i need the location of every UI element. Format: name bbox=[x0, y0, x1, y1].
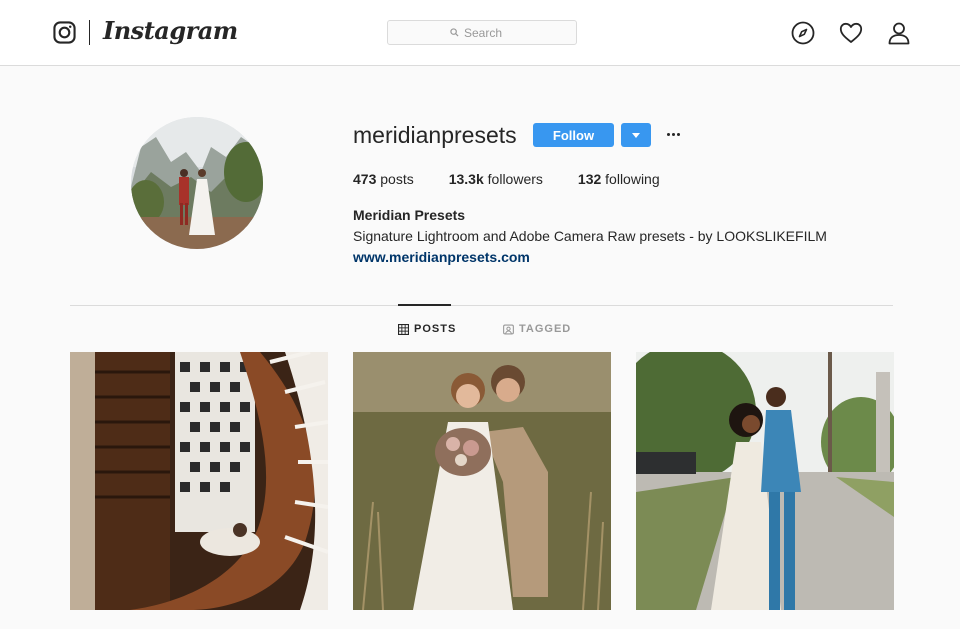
post-thumbnail[interactable] bbox=[70, 352, 328, 610]
post-thumbnail[interactable] bbox=[353, 352, 611, 610]
profile-bio: Signature Lightroom and Adobe Camera Raw… bbox=[353, 228, 827, 244]
tab-posts-label: POSTS bbox=[414, 323, 457, 335]
following-count[interactable]: 132 following bbox=[578, 171, 660, 187]
active-tab-indicator bbox=[398, 304, 451, 306]
tab-posts[interactable]: POSTS bbox=[398, 323, 456, 335]
followers-count[interactable]: 13.3k followers bbox=[449, 171, 543, 187]
nav-divider bbox=[89, 20, 90, 45]
top-nav: Instagram bbox=[0, 0, 960, 66]
instagram-glyph-icon[interactable] bbox=[53, 21, 76, 44]
profile-stats: 473 posts 13.3k followers 132 following bbox=[353, 171, 695, 187]
suggestions-dropdown-button[interactable] bbox=[621, 123, 651, 147]
search-icon bbox=[450, 28, 459, 37]
posts-count[interactable]: 473 posts bbox=[353, 171, 414, 187]
post-image-meadow-couple bbox=[353, 352, 611, 610]
instagram-wordmark[interactable]: Instagram bbox=[103, 16, 238, 45]
search-box[interactable] bbox=[387, 20, 577, 45]
tab-tagged-label: TAGGED bbox=[519, 323, 572, 335]
person-icon[interactable] bbox=[887, 21, 911, 45]
post-thumbnail[interactable] bbox=[636, 352, 894, 610]
post-image-staircase bbox=[70, 352, 328, 610]
profile-website-link[interactable]: www.meridianpresets.com bbox=[353, 249, 530, 265]
profile-username: meridianpresets bbox=[353, 122, 517, 148]
follow-button[interactable]: Follow bbox=[533, 123, 614, 147]
tag-icon bbox=[503, 324, 514, 334]
post-image-street-couple bbox=[636, 352, 894, 610]
heart-icon[interactable] bbox=[839, 21, 863, 45]
caret-down-icon bbox=[632, 132, 640, 138]
tab-tagged[interactable]: TAGGED bbox=[503, 323, 571, 335]
grid-icon bbox=[398, 323, 409, 335]
compass-icon[interactable] bbox=[791, 21, 815, 45]
tab-divider bbox=[70, 305, 893, 306]
profile-avatar[interactable] bbox=[131, 117, 263, 249]
more-options-icon[interactable] bbox=[664, 127, 682, 141]
search-input[interactable] bbox=[464, 25, 514, 40]
profile-full-name: Meridian Presets bbox=[353, 207, 466, 223]
